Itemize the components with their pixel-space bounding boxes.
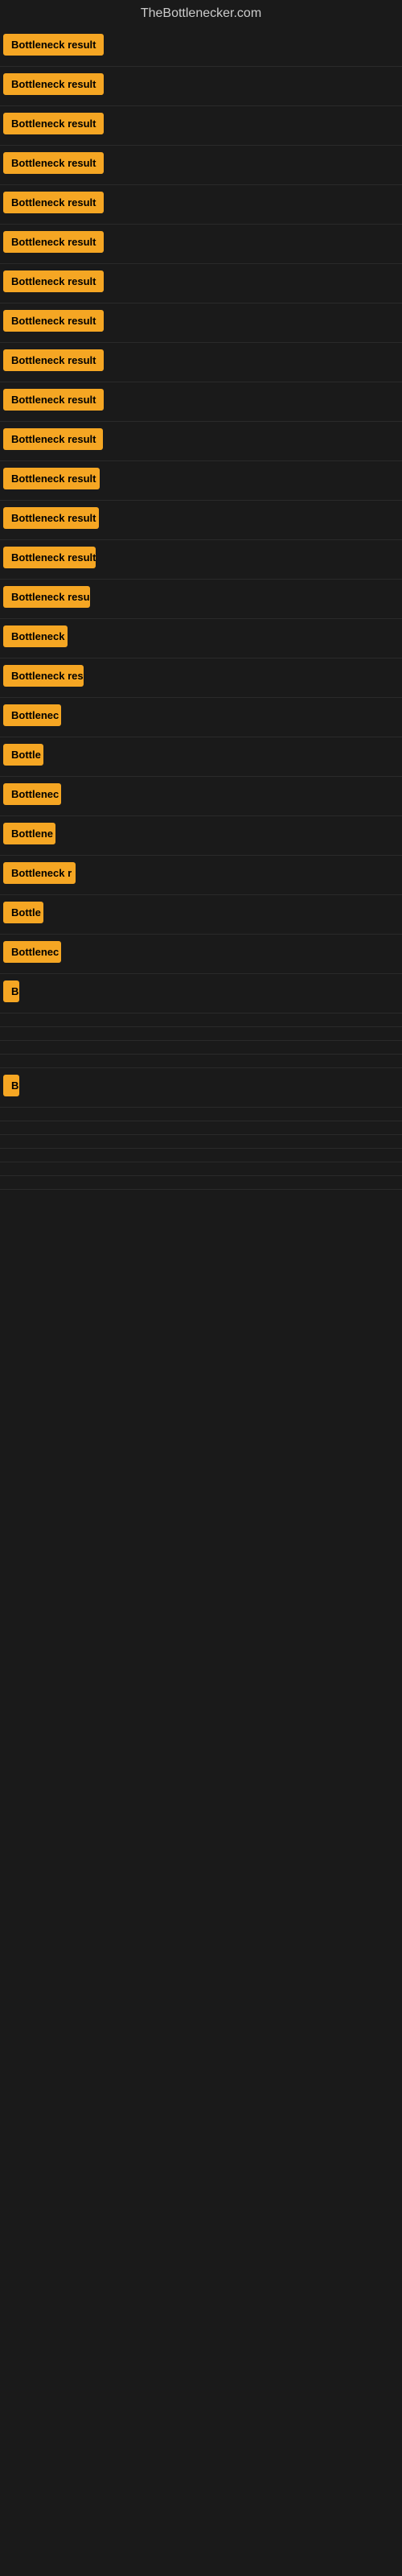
list-item: Bottleneck result [0, 343, 402, 382]
list-item [0, 1108, 402, 1121]
bottleneck-badge[interactable]: B [3, 980, 19, 1002]
bottleneck-badge[interactable]: Bottleneck [3, 625, 68, 647]
bottleneck-badge[interactable]: Bottleneck r [3, 862, 76, 884]
list-item: Bottleneck result [0, 303, 402, 343]
list-item: Bottlenec [0, 777, 402, 816]
site-title: TheBottlenecker.com [141, 6, 261, 20]
bottleneck-badge[interactable]: Bottleneck result [3, 34, 104, 56]
list-item: Bottleneck result [0, 501, 402, 540]
list-item [0, 1041, 402, 1055]
bottleneck-badge[interactable]: Bottleneck res [3, 665, 84, 687]
list-item: B [0, 974, 402, 1013]
bottleneck-badge[interactable]: Bottleneck result [3, 231, 104, 253]
bottleneck-badge[interactable]: Bottleneck result [3, 113, 104, 134]
list-item: Bottleneck result [0, 106, 402, 146]
list-item: Bottleneck result [0, 264, 402, 303]
bottleneck-badge[interactable]: B [3, 1075, 19, 1096]
list-item: Bottleneck [0, 619, 402, 658]
list-item: Bottlene [0, 816, 402, 856]
bottleneck-badge[interactable]: Bottle [3, 902, 43, 923]
bottleneck-badge[interactable]: Bottleneck result [3, 192, 104, 213]
list-item: Bottlenec [0, 698, 402, 737]
list-item: Bottleneck result [0, 461, 402, 501]
bottleneck-badge[interactable]: Bottleneck result [3, 270, 104, 292]
list-item [0, 1055, 402, 1068]
bottleneck-badge[interactable]: Bottleneck result [3, 547, 96, 568]
bottleneck-badge[interactable]: Bottlene [3, 823, 55, 844]
list-item: Bottleneck resu [0, 580, 402, 619]
list-item: Bottleneck result [0, 146, 402, 185]
bottleneck-badge[interactable]: Bottleneck result [3, 428, 103, 450]
list-item: B [0, 1068, 402, 1108]
bottleneck-badge[interactable]: Bottleneck result [3, 152, 104, 174]
bottleneck-badge[interactable]: Bottle [3, 744, 43, 766]
bottleneck-badge[interactable]: Bottleneck result [3, 389, 104, 411]
list-item: Bottleneck result [0, 185, 402, 225]
bottleneck-badge[interactable]: Bottleneck result [3, 468, 100, 489]
list-item: Bottleneck result [0, 67, 402, 106]
bottleneck-badge[interactable]: Bottleneck result [3, 310, 104, 332]
list-item [0, 1135, 402, 1149]
list-item [0, 1013, 402, 1027]
list-item [0, 1162, 402, 1176]
bottleneck-badge[interactable]: Bottleneck result [3, 73, 104, 95]
list-item [0, 1121, 402, 1135]
list-item: Bottleneck result [0, 540, 402, 580]
bottleneck-badge[interactable]: Bottlenec [3, 783, 61, 805]
list-item: Bottle [0, 895, 402, 935]
site-header: TheBottlenecker.com [0, 0, 402, 27]
list-item: Bottleneck result [0, 382, 402, 422]
bottleneck-badge[interactable]: Bottleneck result [3, 349, 104, 371]
list-item [0, 1176, 402, 1190]
list-item: Bottleneck r [0, 856, 402, 895]
list-item: Bottle [0, 737, 402, 777]
list-item: Bottleneck result [0, 225, 402, 264]
bottleneck-badge[interactable]: Bottlenec [3, 704, 61, 726]
list-item: Bottleneck res [0, 658, 402, 698]
bottleneck-badge[interactable]: Bottleneck result [3, 507, 99, 529]
bottleneck-badge[interactable]: Bottlenec [3, 941, 61, 963]
list-item [0, 1027, 402, 1041]
bottleneck-badge[interactable]: Bottleneck resu [3, 586, 90, 608]
list-item: Bottleneck result [0, 422, 402, 461]
list-item [0, 1149, 402, 1162]
list-item: Bottleneck result [0, 27, 402, 67]
list-item: Bottlenec [0, 935, 402, 974]
